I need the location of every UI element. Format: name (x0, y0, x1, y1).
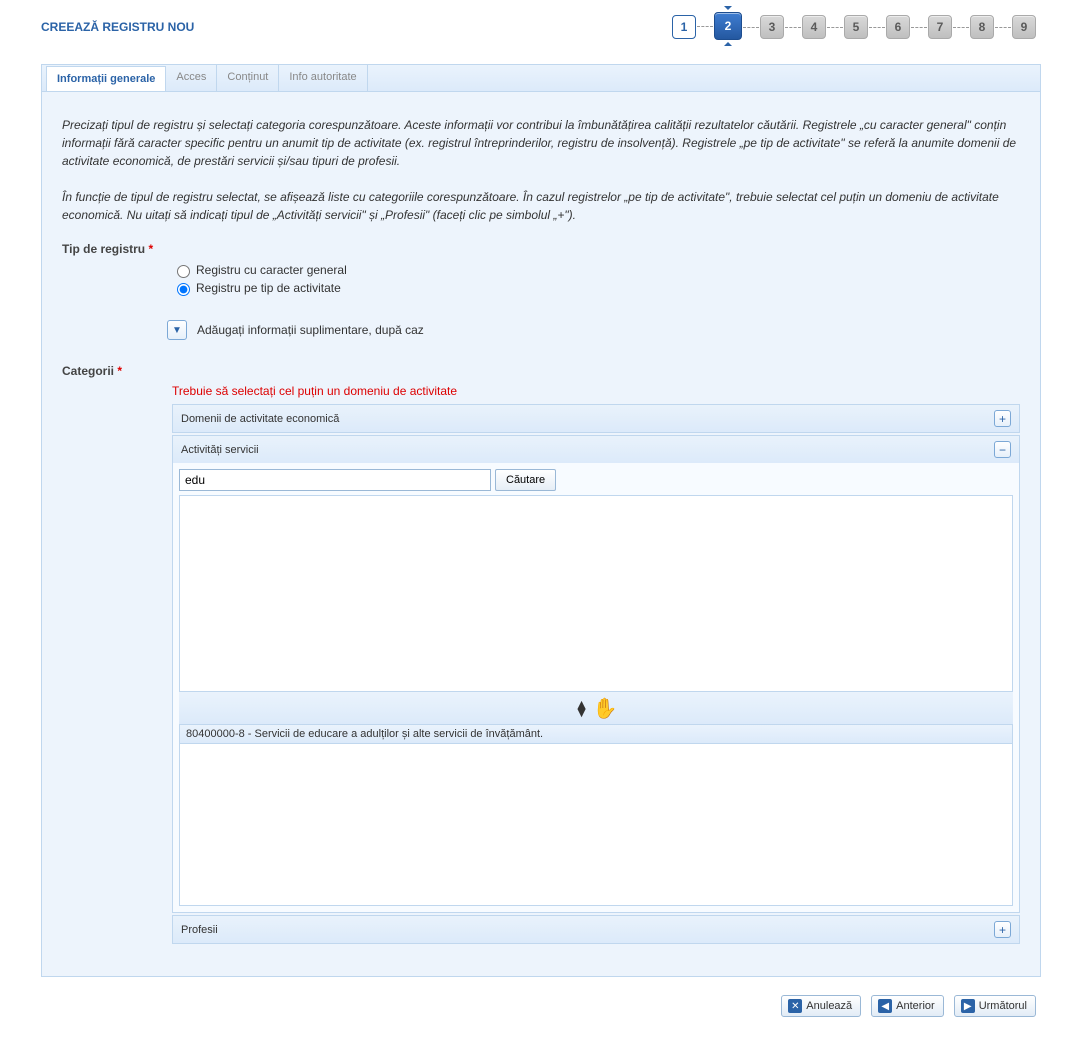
plus-icon: + (999, 413, 1006, 425)
step-1[interactable]: 1 (672, 15, 696, 39)
radio-activity-registry[interactable] (177, 283, 190, 296)
section-professions-label: Profesii (181, 924, 218, 936)
step-3[interactable]: 3 (760, 15, 784, 39)
categories-warning: Trebuie să selectați cel puțin un domeni… (172, 384, 1020, 398)
step-9[interactable]: 9 (1012, 15, 1036, 39)
tab-authority-info[interactable]: Info autoritate (279, 65, 367, 91)
registry-type-label: Tip de registru * (62, 242, 1020, 256)
selected-item[interactable]: 80400000-8 - Servicii de educare a adulț… (180, 725, 1012, 744)
next-button[interactable]: ▶ Următorul (954, 995, 1036, 1017)
section-service-activities-label: Activități servicii (181, 444, 259, 456)
resize-vertical-icon: ▲▼ (575, 700, 589, 717)
section-service-activities: Activități servicii − Căutare ▲▼ (172, 435, 1020, 913)
step-5[interactable]: 5 (844, 15, 868, 39)
search-button[interactable]: Căutare (495, 469, 556, 491)
section-professions: Profesii + (172, 915, 1020, 944)
wizard-stepper: 1 2 3 4 5 6 7 8 9 (672, 14, 1036, 40)
drag-separator[interactable]: ▲▼ ✋ (179, 692, 1013, 724)
tab-panel: Precizați tipul de registru și selectați… (41, 91, 1041, 977)
radio-general-registry-label: Registru cu caracter general (196, 263, 347, 277)
cancel-button[interactable]: ✕ Anulează (781, 995, 861, 1017)
minus-icon: − (999, 444, 1006, 456)
step-6[interactable]: 6 (886, 15, 910, 39)
section-economic-domains: Domenii de activitate economică + (172, 404, 1020, 433)
intro-paragraph-1: Precizați tipul de registru și selectați… (62, 116, 1020, 170)
chevron-up-icon (724, 42, 732, 46)
close-icon: ✕ (788, 999, 802, 1013)
step-4[interactable]: 4 (802, 15, 826, 39)
categories-label: Categorii * (62, 364, 1020, 378)
expand-additional-info-label: Adăugați informații suplimentare, după c… (197, 323, 424, 337)
chevron-down-icon (724, 6, 732, 10)
search-results-listbox[interactable] (179, 495, 1013, 692)
tab-general-info[interactable]: Informații generale (46, 66, 166, 91)
hand-icon: ✋ (592, 696, 617, 721)
tab-access[interactable]: Acces (166, 65, 217, 91)
arrow-left-icon: ◀ (878, 999, 892, 1013)
tab-bar: Informații generale Acces Conținut Info … (41, 64, 1041, 91)
step-8[interactable]: 8 (970, 15, 994, 39)
expand-professions-button[interactable]: + (994, 921, 1011, 938)
expand-additional-info-button[interactable]: ▼ (167, 320, 187, 340)
intro-paragraph-2: În funcție de tipul de registru selectat… (62, 188, 1020, 224)
step-7[interactable]: 7 (928, 15, 952, 39)
arrow-right-icon: ▶ (961, 999, 975, 1013)
previous-button[interactable]: ◀ Anterior (871, 995, 944, 1017)
search-input[interactable] (179, 469, 491, 491)
section-economic-domains-label: Domenii de activitate economică (181, 413, 339, 425)
expand-economic-domains-button[interactable]: + (994, 410, 1011, 427)
radio-general-registry[interactable] (177, 265, 190, 278)
collapse-service-activities-button[interactable]: − (994, 441, 1011, 458)
selected-items-listbox[interactable]: 80400000-8 - Servicii de educare a adulț… (179, 724, 1013, 906)
chevron-down-icon: ▼ (172, 325, 182, 336)
plus-icon: + (999, 924, 1006, 936)
radio-activity-registry-label: Registru pe tip de activitate (196, 281, 341, 295)
step-2[interactable]: 2 (714, 12, 742, 40)
tab-content[interactable]: Conținut (217, 65, 279, 91)
